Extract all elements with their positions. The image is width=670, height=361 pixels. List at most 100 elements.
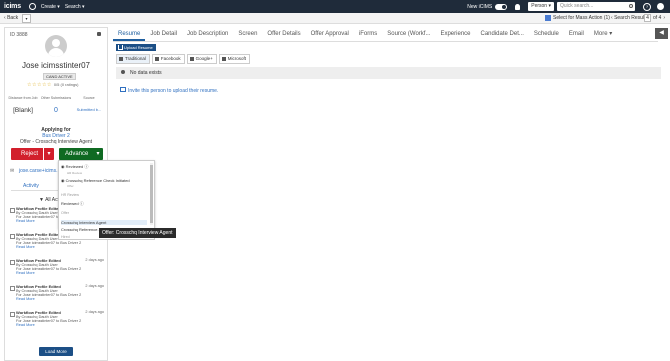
search-type-select[interactable]: Person ▾ [528, 2, 554, 11]
next-result-button[interactable]: › [663, 15, 665, 21]
menu-scrollbar[interactable] [150, 163, 153, 225]
menu-item-interview-agent[interactable]: Crosschq Interview Agent [61, 220, 147, 225]
tab-resume[interactable]: Resume [113, 28, 146, 41]
tab-iforms[interactable]: iForms [354, 28, 382, 41]
status-badge: CAND ACTIVE [43, 73, 76, 80]
tab-email[interactable]: Email [564, 28, 589, 41]
edit-icon [10, 312, 15, 317]
edit-icon [10, 208, 15, 213]
list-item: Workflow Profile Edited 2 days ago By Cr… [10, 284, 106, 310]
menu-item-label: Reviewed [65, 164, 84, 169]
menu-section-hired: Hired [61, 235, 70, 239]
create-menu[interactable]: Create [41, 4, 60, 10]
collapse-panel-button[interactable]: ◀ [655, 28, 668, 39]
tab-offer-approval[interactable]: Offer Approval [306, 28, 354, 41]
mass-action-selector[interactable]: Select for Mass Action (1) [545, 15, 610, 21]
tab-screen[interactable]: Screen [233, 28, 262, 41]
tab-more[interactable]: More ▾ [589, 28, 617, 41]
reject-button[interactable]: Reject ▾ [11, 148, 54, 160]
lock-icon[interactable] [97, 32, 101, 36]
read-more-link[interactable]: Read More [16, 271, 35, 275]
tab-source[interactable]: Source (Workf... [382, 28, 435, 41]
advance-button[interactable]: Advance ▾ [59, 148, 103, 160]
read-more-link[interactable]: Read More [16, 219, 35, 223]
info-icon: ⓘ [79, 201, 84, 206]
chevron-down-icon[interactable]: ▾ [93, 148, 103, 160]
source-value[interactable]: Submitted b... [72, 107, 106, 112]
user-avatar-icon[interactable] [657, 3, 664, 10]
read-more-link[interactable]: Read More [16, 297, 35, 301]
quick-search-input[interactable]: Quick search... [557, 2, 635, 11]
tab-facebook[interactable]: Facebook [151, 54, 185, 64]
menu-item-sub: HR Review [67, 171, 83, 175]
email-link[interactable]: jose.carse+icims... [19, 168, 60, 174]
tab-activity[interactable]: Activity [23, 183, 39, 189]
help-icon[interactable]: ? [643, 2, 651, 11]
menu-item-label: Reviewed [61, 201, 79, 206]
read-more-link[interactable]: Read More [16, 323, 35, 327]
globe-icon[interactable] [28, 3, 36, 10]
tab-job-description[interactable]: Job Description [182, 28, 233, 41]
search-menu[interactable]: Search [65, 4, 85, 10]
menu-item-reviewed-2[interactable]: Reviewed ⓘ [61, 201, 147, 207]
distance-label: Distance from Job [8, 96, 38, 100]
icims-logo[interactable]: icims [4, 3, 21, 10]
mass-action-checkbox[interactable] [545, 15, 551, 21]
list-item: Workflow Profile Edited 2 days ago By Cr… [10, 310, 106, 336]
source-label: Source [83, 96, 95, 100]
other-submissions-value[interactable]: 0 [39, 107, 73, 114]
top-navigation-bar: icims Create Search New iCIMS Person ▾ Q… [0, 0, 670, 13]
mass-action-label: Select for Mass Action (1) [553, 15, 610, 21]
avatar [45, 35, 67, 57]
record-toolbar: ‹ Back ▾ Select for Mass Action (1) ‹ Se… [0, 13, 670, 24]
feed-date: 2 days ago [85, 310, 104, 314]
tab-offer-details[interactable]: Offer Details [262, 28, 305, 41]
tab-schedule[interactable]: Schedule [529, 28, 564, 41]
no-data-text: No data exists [130, 70, 162, 76]
back-label: Back [7, 15, 19, 21]
rating-text: 0/5 (0 ratings) [53, 82, 79, 87]
star-icons[interactable]: ☆☆☆☆☆ [27, 82, 52, 88]
back-button[interactable]: ‹ Back [4, 15, 18, 21]
tab-experience[interactable]: Experience [435, 28, 475, 41]
new-icims-toggle[interactable] [495, 3, 508, 10]
tab-job-detail[interactable]: Job Detail [145, 28, 182, 41]
quick-search-placeholder: Quick search... [560, 3, 594, 9]
menu-item-label: Crosschq Reference Check Initiated [65, 178, 130, 183]
page-number-input[interactable]: 4 [644, 14, 651, 22]
menu-section-offer: Offer [61, 211, 69, 215]
edit-icon [10, 286, 15, 291]
more-label: More [593, 31, 608, 37]
tab-traditional[interactable]: Traditional [116, 54, 150, 64]
tab-google[interactable]: Google+ [186, 54, 217, 64]
new-icims-label: New iCIMS [467, 3, 493, 10]
feed-date: 2 days ago [85, 284, 104, 288]
upload-resume-button[interactable]: Upload Resume [116, 44, 156, 51]
search-icon[interactable] [629, 4, 633, 8]
result-pagination: 4 of 4 › [644, 14, 665, 22]
menu-item-reference[interactable]: Crosschq Reference... [61, 227, 101, 232]
list-item: Workflow Profile Edited 2 days ago By Cr… [10, 258, 106, 284]
advance-label: Advance [65, 151, 89, 157]
tab-candidate-details[interactable]: Candidate Det... [476, 28, 529, 41]
reject-label: Reject [21, 151, 39, 157]
load-more-button[interactable]: Load More [39, 347, 73, 356]
search-results-label: Search Result [614, 15, 646, 21]
bell-icon[interactable] [515, 3, 521, 10]
tab-microsoft[interactable]: Microsoft [218, 54, 251, 64]
rating-stars[interactable]: ☆☆☆☆☆ 0/5 (0 ratings) [27, 82, 79, 88]
read-more-link[interactable]: Read More [16, 245, 35, 249]
offer-status: Offer - Crosschq Interview Agent [19, 139, 93, 145]
history-dropdown[interactable]: ▾ [22, 14, 31, 23]
profile-id: ID 3888 [10, 32, 28, 38]
menu-tooltip: Offer: Crosschq Interview Agent [99, 228, 176, 238]
search-results-link[interactable]: ‹ Search Result [611, 15, 645, 21]
page-total: of 4 [653, 15, 662, 21]
invite-upload-link[interactable]: Invite this person to upload their resum… [120, 87, 218, 94]
record-tabs: Resume Job Detail Job Description Screen… [113, 28, 658, 42]
edit-icon [10, 234, 15, 239]
chevron-down-icon[interactable]: ▾ [43, 148, 54, 160]
feed-date: 2 days ago [85, 258, 104, 262]
menu-item-reviewed[interactable]: ◉ Reviewed ⓘ [61, 164, 147, 170]
menu-item-reference-check[interactable]: ◉ Crosschq Reference Check Initiated [61, 178, 147, 183]
